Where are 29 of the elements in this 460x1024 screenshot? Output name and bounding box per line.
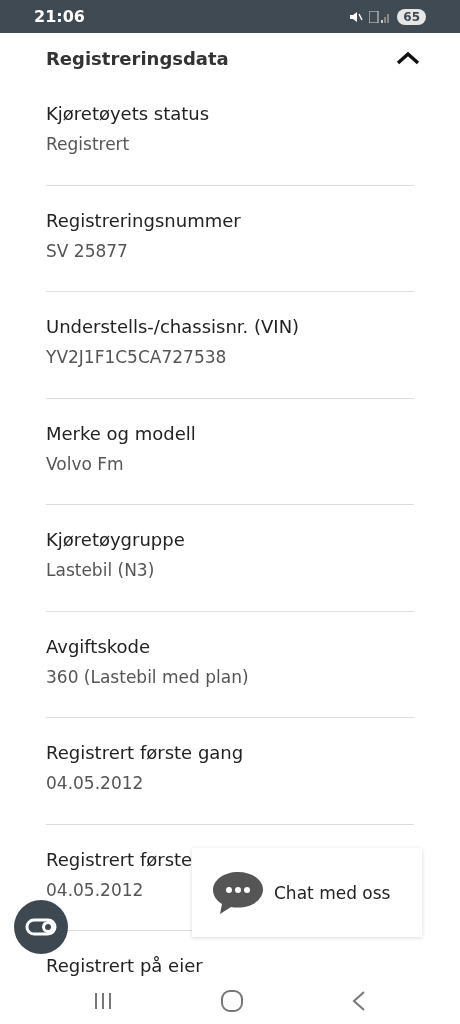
field-value: 04.05.2012 xyxy=(46,879,144,900)
field-value: YV2J1F1C5CA727538 xyxy=(46,347,227,367)
field-label: Registrert på eier xyxy=(46,955,203,976)
field-value: Registrert xyxy=(46,134,130,154)
home-icon[interactable] xyxy=(220,989,244,1013)
field-label: Registreringsnummer xyxy=(46,209,241,231)
field-value: SV 25877 xyxy=(46,240,128,261)
battery-indicator: 65 xyxy=(397,8,426,25)
status-time: 21:06 xyxy=(34,7,85,26)
chat-toast[interactable]: Chat med oss xyxy=(192,848,422,937)
field-label: Kjøretøyets status xyxy=(46,103,210,124)
field-label: Kjøretøygruppe xyxy=(46,529,185,550)
mute-icon xyxy=(349,10,364,23)
field-label: Avgiftskode xyxy=(46,635,151,657)
recent-apps-icon[interactable] xyxy=(93,991,114,1011)
field-value: Volvo Fm xyxy=(46,453,124,474)
field-value: 360 (Lastebil med plan) xyxy=(46,666,249,687)
field-label: Understells-/chassisnr. (VIN) xyxy=(46,316,300,337)
signal-icon xyxy=(369,10,392,23)
field-label: Registrert første gang xyxy=(46,742,244,763)
accessibility-button[interactable] xyxy=(14,900,68,954)
toggle-icon xyxy=(25,918,57,936)
field-value: 04.05.2012 xyxy=(46,773,144,793)
field-label: Registrert første xyxy=(46,848,193,870)
back-icon[interactable] xyxy=(350,990,367,1012)
field-value: Lastebil (N3) xyxy=(46,560,155,580)
field-label: Merke og modell xyxy=(46,422,196,444)
section-title: Registreringsdata xyxy=(46,47,229,69)
chat-bubble-icon xyxy=(212,870,264,915)
